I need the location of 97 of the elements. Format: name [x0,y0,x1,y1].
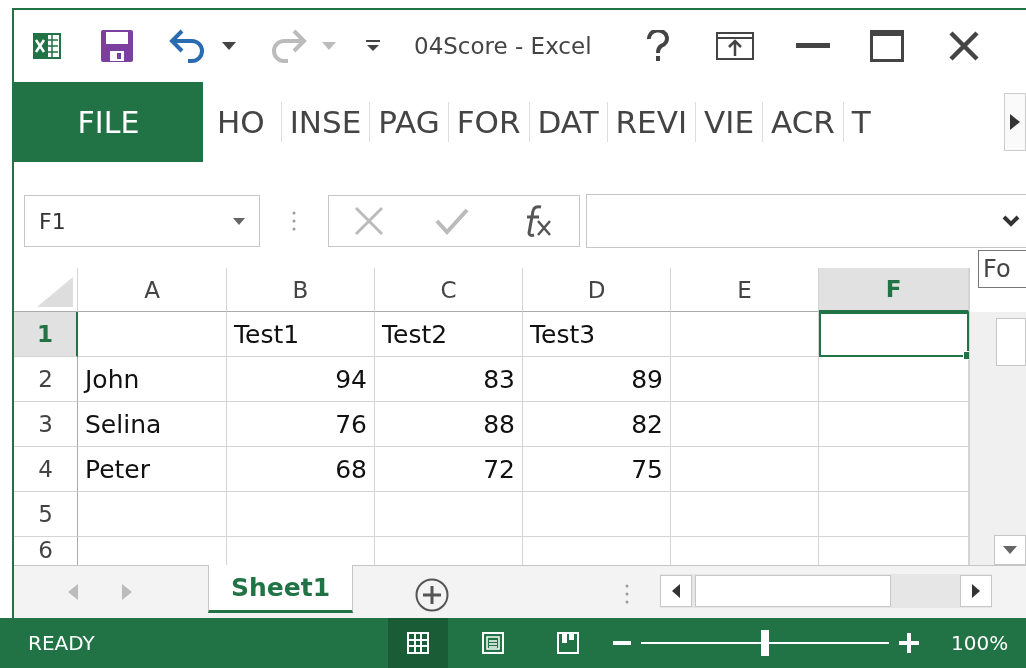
table-cell[interactable]: Peter [78,447,227,492]
table-cell[interactable] [78,312,227,357]
row-header[interactable]: 1 [14,312,78,357]
caret-down-icon [1003,546,1017,554]
ribbon-tab[interactable]: PAG [369,102,448,142]
table-cell[interactable] [78,492,227,537]
table-cell[interactable]: 88 [375,402,523,447]
status-text: READY [28,631,96,655]
active-cell[interactable] [819,312,969,357]
table-cell[interactable] [227,492,375,537]
slider-thumb[interactable] [761,630,769,656]
caret-left-icon [672,584,680,598]
row-header[interactable]: 5 [14,492,78,537]
scroll-right-button[interactable] [960,575,992,607]
table-cell[interactable] [819,357,969,402]
close-icon[interactable] [947,30,980,62]
ribbon-tab[interactable]: REVI [606,102,696,142]
chevron-down-icon[interactable] [1002,215,1020,227]
grid-icon [407,632,429,654]
row-header[interactable]: 4 [14,447,78,492]
table-cell[interactable]: 83 [375,357,523,402]
page-break-icon [557,632,579,654]
scroll-down-button[interactable] [994,535,1026,565]
check-icon[interactable] [435,207,469,235]
maximize-icon[interactable] [869,30,904,62]
caret-right-icon [1010,114,1020,130]
select-all-button[interactable] [14,268,78,312]
table-cell[interactable]: Test2 [375,312,523,357]
ribbon-tab[interactable]: INSE [280,102,370,142]
window-title: 04Score - Excel [414,33,592,59]
zoom-level: 100% [951,631,1009,655]
horizontal-scrollbar[interactable] [660,574,992,608]
column-header[interactable]: E [671,268,819,312]
previous-sheet-icon[interactable] [68,584,78,600]
table-cell[interactable]: 82 [523,402,671,447]
table-cell[interactable] [523,492,671,537]
cancel-icon[interactable] [354,206,385,236]
view-button[interactable] [388,618,448,668]
caret-right-icon [972,584,980,598]
table-cell[interactable] [671,492,819,537]
column-header[interactable]: B [227,268,375,312]
file-tab[interactable]: FILE [14,82,203,162]
help-icon[interactable] [645,30,670,62]
triangle-icon [37,277,73,307]
scroll-right-button[interactable] [1004,93,1026,151]
table-cell[interactable] [671,447,819,492]
zoom-in-icon[interactable] [899,633,919,653]
row-header[interactable]: 3 [14,402,78,447]
table-cell[interactable]: 94 [227,357,375,402]
table-cell[interactable]: Test1 [227,312,375,357]
scroll-left-button[interactable] [660,575,692,607]
name-box[interactable]: F1 [24,195,260,247]
column-header[interactable]: D [523,268,671,312]
table-cell[interactable]: 68 [227,447,375,492]
table-cell[interactable] [671,312,819,357]
table-cell[interactable]: 72 [375,447,523,492]
table-cell[interactable] [375,492,523,537]
next-sheet-icon[interactable] [122,584,132,600]
excel-logo-icon[interactable] [32,31,62,61]
table-cell[interactable]: 75 [523,447,671,492]
ribbon-tab[interactable]: HO [209,102,273,142]
zoom-out-icon[interactable] [613,641,631,645]
ribbon-tab[interactable]: T [842,102,879,142]
minimize-icon[interactable] [795,43,830,49]
ribbon-tab[interactable]: VIE [695,102,762,142]
grip-icon [292,211,296,231]
add-sheet-icon[interactable] [415,578,449,612]
sheet-tab[interactable]: Sheet1 [208,565,353,613]
formula-field[interactable] [586,194,1026,248]
ribbon-tab[interactable]: FOR [447,102,529,142]
tooltip: Fo [978,250,1026,288]
table-cell[interactable] [671,357,819,402]
column-header[interactable]: F [819,268,969,312]
table-cell[interactable] [671,402,819,447]
save-icon[interactable] [100,29,134,63]
scroll-thumb[interactable] [996,318,1026,366]
ribbon-tab[interactable]: ACR [762,102,843,142]
scroll-thumb[interactable] [695,575,891,607]
table-cell[interactable]: Selina [78,402,227,447]
ribbon-tab[interactable]: DAT [528,102,607,142]
column-header[interactable]: C [375,268,523,312]
page-layout-icon [482,632,504,654]
table-cell[interactable] [819,492,969,537]
vertical-scrollbar[interactable] [970,312,1026,565]
table-cell[interactable] [819,402,969,447]
caret-icon[interactable] [222,42,236,50]
ribbon-display-icon[interactable] [715,32,754,60]
table-cell[interactable]: 89 [523,357,671,402]
caret-icon[interactable] [233,217,245,225]
table-cell[interactable]: 76 [227,402,375,447]
table-cell[interactable]: Test3 [523,312,671,357]
column-header[interactable]: A [78,268,227,312]
table-cell[interactable] [819,447,969,492]
table-cell[interactable]: John [78,357,227,402]
customize-icon[interactable] [366,39,380,53]
row-header[interactable]: 2 [14,357,78,402]
grip-icon [625,584,629,604]
